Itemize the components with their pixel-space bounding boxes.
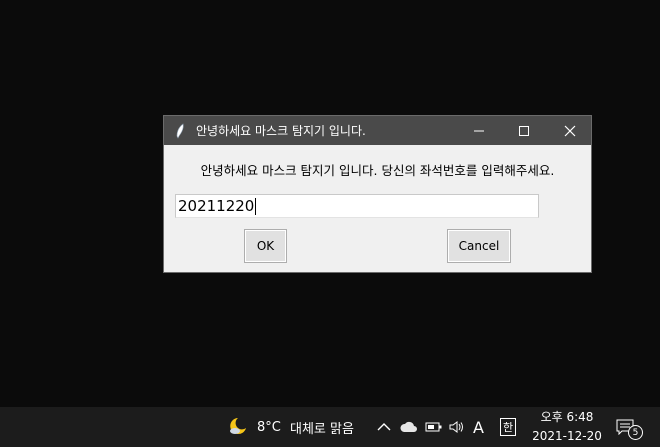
taskbar: 8°C 대체로 맑음 A 한 오후 6:48 2021-12-20 5: [0, 407, 660, 447]
title-bar[interactable]: 안녕하세요 마스크 탐지기 입니다.: [164, 116, 591, 145]
ime-lang-box: 한: [500, 418, 516, 436]
dialog-window: 안녕하세요 마스크 탐지기 입니다. 안녕하세요 마스크 탐지기 입니다. 당신…: [163, 115, 592, 273]
onedrive-cloud-icon[interactable]: [400, 407, 418, 447]
cancel-button[interactable]: Cancel: [447, 229, 511, 263]
ok-button[interactable]: OK: [244, 229, 287, 263]
window-title: 안녕하세요 마스크 탐지기 입니다.: [196, 124, 366, 138]
moon-cloud-icon[interactable]: [226, 407, 248, 447]
volume-icon[interactable]: [448, 407, 466, 447]
clock-date: 2021-12-20: [532, 429, 602, 443]
close-icon: [564, 125, 576, 136]
prompt-label: 안녕하세요 마스크 탐지기 입니다. 당신의 좌석번호를 입력해주세요.: [200, 163, 555, 178]
text-caret: [255, 197, 257, 215]
seat-number-input[interactable]: 20211220: [175, 194, 539, 218]
weather-condition[interactable]: 대체로 맑음: [290, 407, 354, 447]
ime-language-indicator[interactable]: 한: [500, 407, 518, 447]
weather-temperature[interactable]: 8°C: [257, 407, 281, 447]
notification-center-button[interactable]: 5: [616, 407, 644, 447]
close-button[interactable]: [547, 116, 593, 145]
clock-time: 오후 6:48: [540, 410, 594, 424]
ime-mode-indicator[interactable]: A: [473, 407, 484, 447]
maximize-icon: [519, 125, 529, 136]
battery-icon[interactable]: [425, 407, 443, 447]
input-value: 20211220: [178, 197, 255, 215]
minimize-icon: [474, 130, 484, 131]
clock[interactable]: 오후 6:48 2021-12-20: [528, 407, 606, 447]
maximize-button[interactable]: [501, 116, 547, 145]
feather-icon: [173, 122, 187, 139]
chevron-up-icon[interactable]: [377, 407, 393, 447]
minimize-button[interactable]: [456, 116, 502, 145]
notification-count-badge: 5: [628, 425, 643, 440]
